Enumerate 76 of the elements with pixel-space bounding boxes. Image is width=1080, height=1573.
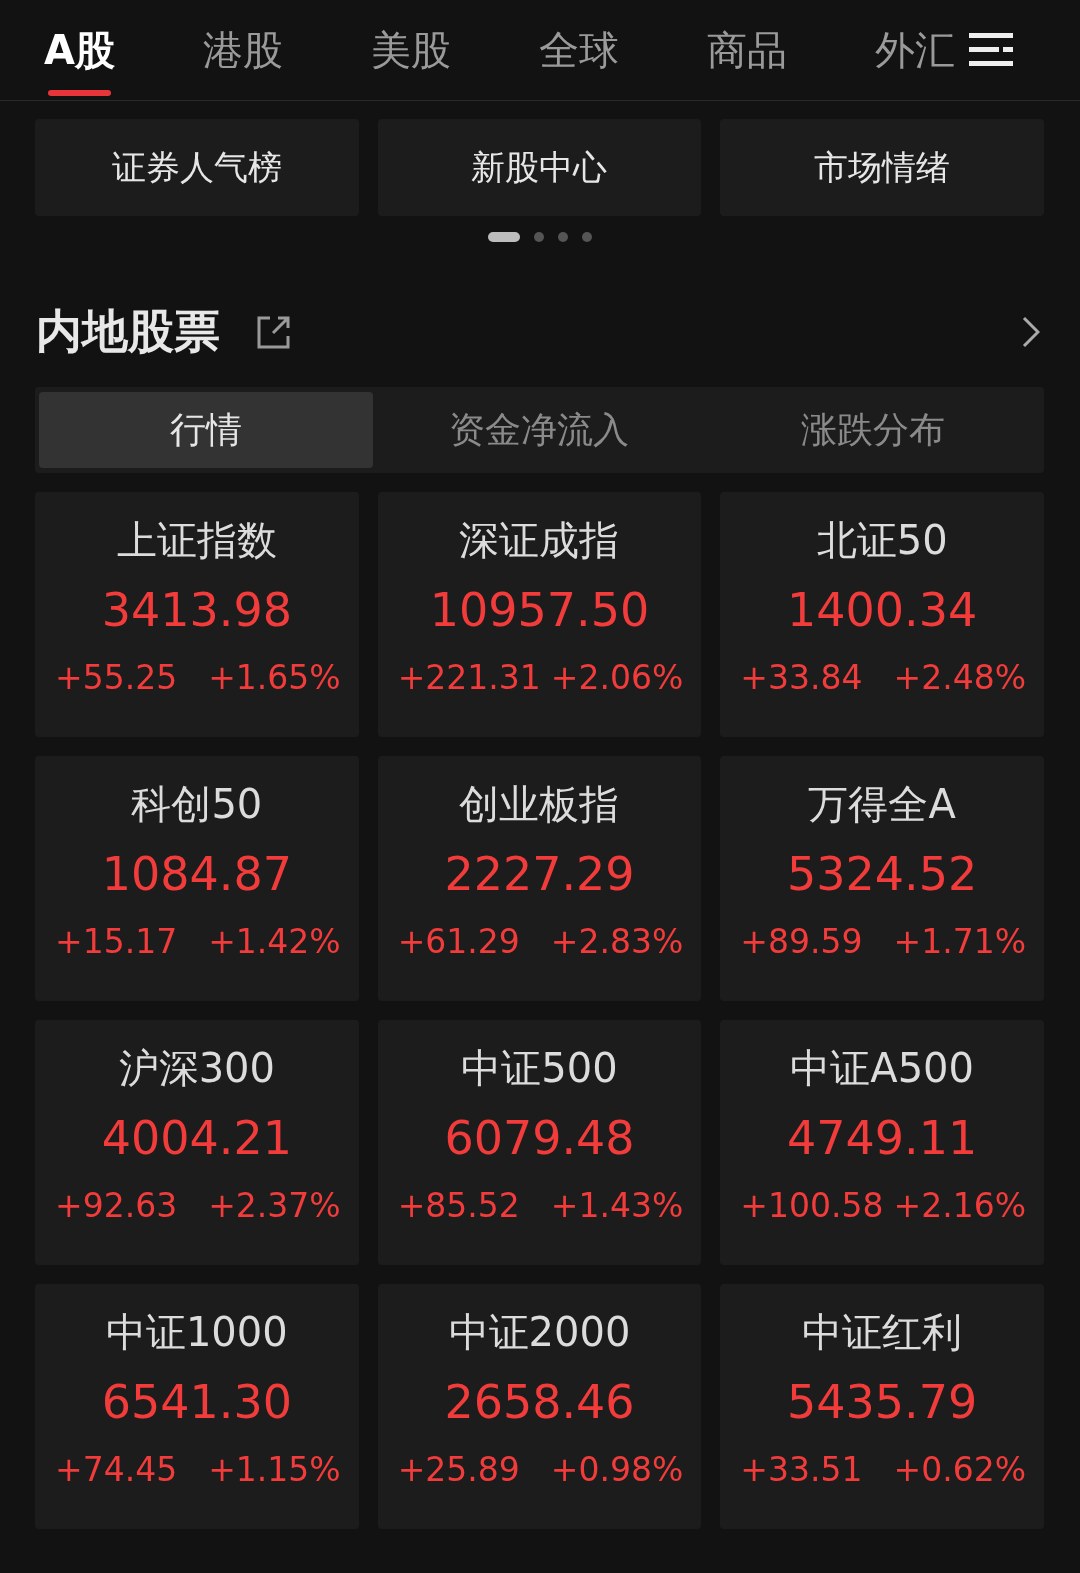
index-card[interactable]: 中证红利 5435.79 +33.51 +0.62% <box>720 1284 1044 1529</box>
index-percent: +0.98% <box>550 1450 684 1489</box>
index-percent: +1.43% <box>550 1186 684 1225</box>
index-name: 万得全A <box>808 780 956 829</box>
index-change: +92.63 <box>55 1186 178 1225</box>
index-name: 上证指数 <box>116 516 277 565</box>
index-percent: +1.65% <box>208 658 341 697</box>
index-card[interactable]: 深证成指 10957.50 +221.31 +2.06% <box>377 492 702 737</box>
index-change: +15.17 <box>55 922 178 961</box>
index-card[interactable]: 中证2000 2658.46 +25.89 +0.98% <box>377 1284 702 1529</box>
index-value: 1084.87 <box>101 846 292 903</box>
index-change: +100.58 <box>740 1186 884 1225</box>
menu-icon[interactable] <box>968 31 1013 69</box>
index-name: 中证红利 <box>802 1308 963 1357</box>
market-tab[interactable]: 港股 <box>202 0 283 100</box>
market-tab[interactable]: 全球 <box>538 0 619 100</box>
index-card[interactable]: 万得全A 5324.52 +89.59 +1.71% <box>720 756 1044 1001</box>
index-percent: +2.48% <box>893 658 1026 697</box>
section-title: 内地股票 <box>36 303 220 360</box>
index-name: 北证50 <box>816 516 948 565</box>
index-percent: +2.06% <box>550 658 684 697</box>
segment-tab[interactable]: 资金净流入 <box>372 392 707 468</box>
market-tab[interactable]: 商品 <box>706 0 787 100</box>
market-tab[interactable]: A股 <box>44 0 115 100</box>
market-tab[interactable]: 美股 <box>370 0 451 100</box>
index-value: 4004.21 <box>101 1110 292 1167</box>
index-name: 科创50 <box>131 780 263 829</box>
index-change: +85.52 <box>397 1186 520 1225</box>
index-value: 4749.11 <box>787 1110 978 1167</box>
index-change: +33.84 <box>740 658 863 697</box>
segment-tab[interactable]: 涨跌分布 <box>706 392 1040 468</box>
shortcut-button[interactable]: 证券人气榜 <box>35 119 359 216</box>
index-percent: +2.16% <box>893 1186 1026 1225</box>
index-name: 中证500 <box>461 1044 618 1093</box>
index-value: 1400.34 <box>787 582 978 639</box>
index-value: 5324.52 <box>787 846 978 903</box>
index-percent: +1.71% <box>893 922 1026 961</box>
index-name: 深证成指 <box>459 516 620 565</box>
shortcut-button[interactable]: 市场情绪 <box>720 119 1044 216</box>
index-change: +74.45 <box>55 1450 178 1489</box>
chevron-right-icon[interactable] <box>1022 316 1040 348</box>
index-card[interactable]: 中证500 6079.48 +85.52 +1.43% <box>377 1020 702 1265</box>
index-change: +61.29 <box>397 922 520 961</box>
index-name: 创业板指 <box>459 780 620 829</box>
index-percent: +1.15% <box>208 1450 341 1489</box>
index-card[interactable]: 创业板指 2227.29 +61.29 +2.83% <box>377 756 702 1001</box>
index-change: +89.59 <box>740 922 863 961</box>
index-change: +25.89 <box>397 1450 520 1489</box>
index-name: 中证1000 <box>105 1308 288 1357</box>
index-percent: +2.83% <box>550 922 684 961</box>
index-value: 6541.30 <box>101 1374 292 1431</box>
index-change: +33.51 <box>740 1450 863 1489</box>
index-value: 10957.50 <box>429 582 650 639</box>
index-card[interactable]: 科创50 1084.87 +15.17 +1.42% <box>35 756 359 1001</box>
index-name: 中证2000 <box>448 1308 631 1357</box>
index-value: 5435.79 <box>787 1374 978 1431</box>
index-name: 中证A500 <box>790 1044 974 1093</box>
index-change: +55.25 <box>55 658 178 697</box>
index-card[interactable]: 沪深300 4004.21 +92.63 +2.37% <box>35 1020 359 1265</box>
index-percent: +1.42% <box>208 922 341 961</box>
index-name: 沪深300 <box>118 1044 275 1093</box>
index-percent: +2.37% <box>208 1186 341 1225</box>
index-value: 2227.29 <box>444 846 635 903</box>
market-tab[interactable]: 外汇 <box>874 0 955 100</box>
index-card[interactable]: 中证A500 4749.11 +100.58 +2.16% <box>720 1020 1044 1265</box>
shortcut-button[interactable]: 新股中心 <box>377 119 702 216</box>
index-value: 2658.46 <box>444 1374 635 1431</box>
index-value: 6079.48 <box>444 1110 635 1167</box>
index-percent: +0.62% <box>893 1450 1026 1489</box>
share-icon[interactable] <box>256 314 292 350</box>
index-value: 3413.98 <box>101 582 292 639</box>
index-card[interactable]: 中证1000 6541.30 +74.45 +1.15% <box>35 1284 359 1529</box>
segment-tab[interactable]: 行情 <box>39 392 373 468</box>
index-card[interactable]: 上证指数 3413.98 +55.25 +1.65% <box>35 492 359 737</box>
index-change: +221.31 <box>397 658 541 697</box>
index-card[interactable]: 北证50 1400.34 +33.84 +2.48% <box>720 492 1044 737</box>
